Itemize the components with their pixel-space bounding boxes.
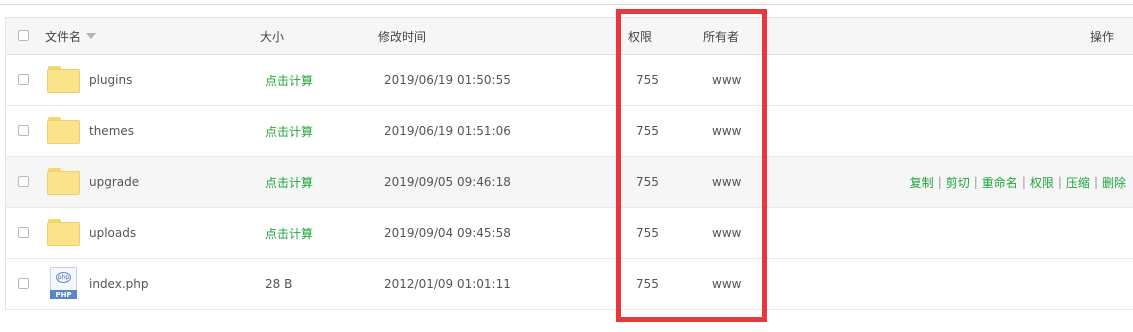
file-owner: www bbox=[712, 175, 742, 189]
php-icon-ring-text: php bbox=[56, 272, 71, 283]
rename-link[interactable]: 重命名 bbox=[982, 174, 1018, 191]
table-row[interactable]: uploads 点击计算 2019/09/04 09:45:58 755 www bbox=[6, 208, 1133, 259]
file-perm[interactable]: 755 bbox=[636, 208, 659, 258]
calc-size-link[interactable]: 点击计算 bbox=[265, 157, 313, 207]
row-actions: 复制 | 剪切 | 重命名 | 权限 | 压缩 | 删除 bbox=[909, 174, 1126, 191]
table-row[interactable]: upgrade 点击计算 2019/09/05 09:46:18 755 www… bbox=[6, 157, 1133, 208]
header-mtime: 修改时间 bbox=[378, 29, 427, 44]
calc-size-link[interactable]: 点击计算 bbox=[265, 55, 313, 105]
compress-link[interactable]: 压缩 bbox=[1066, 174, 1090, 191]
folder-icon bbox=[47, 117, 80, 144]
calc-size-link[interactable]: 点击计算 bbox=[265, 208, 313, 258]
file-owner: www bbox=[712, 73, 742, 87]
file-name[interactable]: index.php bbox=[89, 259, 148, 309]
copy-link[interactable]: 复制 bbox=[910, 174, 934, 191]
delete-link[interactable]: 删除 bbox=[1102, 174, 1126, 191]
folder-icon bbox=[47, 219, 80, 246]
file-owner: www bbox=[712, 226, 742, 240]
header-owner: 所有者 bbox=[703, 29, 740, 44]
file-name[interactable]: plugins bbox=[89, 55, 132, 105]
file-mtime: 2019/06/19 01:51:06 bbox=[384, 124, 511, 138]
file-name[interactable]: uploads bbox=[89, 208, 136, 258]
select-all-checkbox[interactable] bbox=[18, 30, 29, 41]
header-name[interactable]: 文件名 bbox=[45, 18, 97, 54]
file-perm[interactable]: 755 bbox=[636, 259, 659, 309]
table-header: 文件名 大小 修改时间 权限 所有者 操作 bbox=[6, 18, 1133, 55]
file-mtime: 2019/06/19 01:50:55 bbox=[384, 73, 511, 87]
file-name[interactable]: themes bbox=[89, 106, 134, 156]
header-size: 大小 bbox=[260, 29, 285, 44]
row-checkbox[interactable] bbox=[18, 278, 29, 289]
table-row[interactable]: themes 点击计算 2019/06/19 01:51:06 755 www bbox=[6, 106, 1133, 157]
file-perm[interactable]: 755 bbox=[636, 157, 659, 207]
header-actions: 操作 bbox=[1090, 29, 1115, 44]
file-perm[interactable]: 755 bbox=[636, 55, 659, 105]
permission-link[interactable]: 权限 bbox=[1030, 174, 1054, 191]
row-checkbox[interactable] bbox=[18, 176, 29, 187]
file-owner: www bbox=[712, 277, 742, 291]
row-checkbox[interactable] bbox=[18, 74, 29, 85]
row-checkbox[interactable] bbox=[18, 227, 29, 238]
row-checkbox[interactable] bbox=[18, 125, 29, 136]
php-file-icon: php PHP bbox=[50, 267, 77, 299]
header-name-label: 文件名 bbox=[45, 29, 82, 44]
file-size: 28 B bbox=[265, 277, 293, 291]
file-name[interactable]: upgrade bbox=[89, 157, 139, 207]
php-icon-band-text: PHP bbox=[50, 290, 77, 299]
calc-size-link[interactable]: 点击计算 bbox=[265, 106, 313, 156]
file-owner: www bbox=[712, 124, 742, 138]
file-table: 文件名 大小 修改时间 权限 所有者 操作 plugins 点击计算 2019/… bbox=[5, 17, 1133, 310]
folder-icon bbox=[47, 168, 80, 195]
sort-desc-icon[interactable] bbox=[86, 33, 97, 39]
cut-link[interactable]: 剪切 bbox=[946, 174, 970, 191]
table-row[interactable]: plugins 点击计算 2019/06/19 01:50:55 755 www bbox=[6, 55, 1133, 106]
file-mtime: 2019/09/04 09:45:58 bbox=[384, 226, 511, 240]
file-mtime: 2012/01/09 01:01:11 bbox=[384, 277, 511, 291]
header-perm: 权限 bbox=[628, 29, 653, 44]
file-mtime: 2019/09/05 09:46:18 bbox=[384, 175, 511, 189]
top-divider bbox=[0, 4, 1133, 5]
table-row[interactable]: php PHP index.php 28 B 2012/01/09 01:01:… bbox=[6, 259, 1133, 310]
folder-icon bbox=[47, 66, 80, 93]
file-perm[interactable]: 755 bbox=[636, 106, 659, 156]
